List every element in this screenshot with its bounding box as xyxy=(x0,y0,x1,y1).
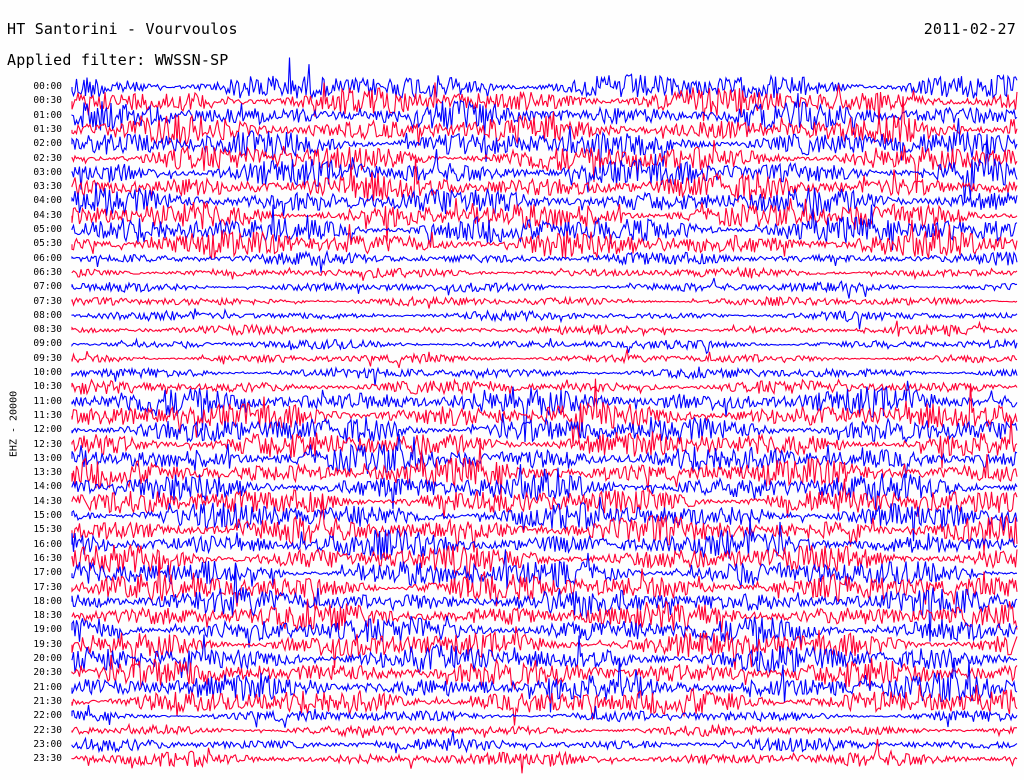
trace-row-1900 xyxy=(71,615,1018,661)
trace-row-1000 xyxy=(71,365,1018,387)
trace-row-0830 xyxy=(71,320,1018,338)
trace-row-0930 xyxy=(71,349,1018,369)
trace-row-0630 xyxy=(71,266,1018,281)
trace-row-0730 xyxy=(71,295,1018,309)
trace-row-0300 xyxy=(71,134,1018,203)
trace-row-0530 xyxy=(71,219,1018,259)
trace-row-0400 xyxy=(71,182,1018,217)
seismogram-plot xyxy=(71,57,1018,774)
trace-row-2300 xyxy=(71,730,1018,754)
trace-row-0700 xyxy=(71,277,1018,299)
trace-row-0900 xyxy=(71,337,1018,355)
trace-row-0000 xyxy=(71,57,1018,100)
trace-row-2230 xyxy=(71,722,1018,739)
